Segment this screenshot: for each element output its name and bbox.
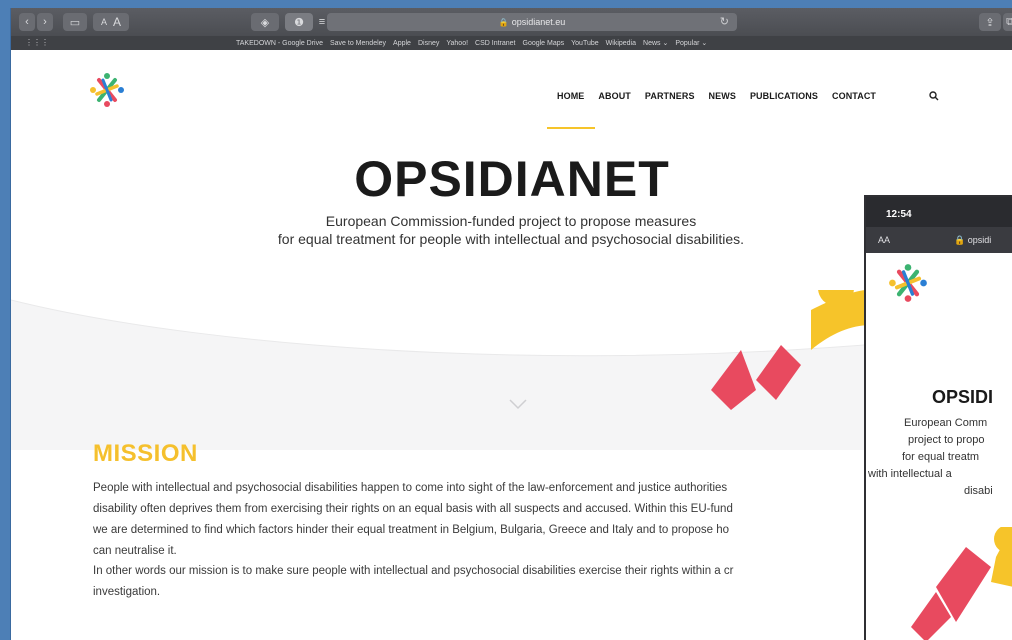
forward-button[interactable]: › xyxy=(37,13,53,31)
bookmark-item[interactable]: YouTube xyxy=(571,40,599,47)
paragraph-line: can neutralise it. xyxy=(93,545,177,557)
paragraph-line: disability often deprives them from exer… xyxy=(93,503,733,515)
bookmark-item[interactable]: TAKEDOWN - Google Drive xyxy=(236,40,323,47)
bookmark-item[interactable]: Disney xyxy=(418,40,439,47)
bookmark-item[interactable]: Popular ⌄ xyxy=(675,39,707,47)
mission-paragraph-1: People with intellectual and psychosocia… xyxy=(93,478,883,562)
phone-reader-aa-button[interactable]: AA xyxy=(878,235,890,245)
phone-time: 12:54 xyxy=(886,209,912,220)
hero-title: OPSIDIANET xyxy=(354,151,670,207)
extension-icon[interactable]: ◈ xyxy=(251,13,279,31)
scroll-down-chevron-icon[interactable] xyxy=(508,398,528,410)
lock-icon: 🔒 xyxy=(498,17,509,27)
text-size-buttons[interactable]: A A xyxy=(93,13,129,31)
nav-contact[interactable]: CONTACT xyxy=(832,91,876,101)
nav-about[interactable]: ABOUT xyxy=(598,91,631,101)
phone-subtitle-line: project to propo xyxy=(908,434,985,446)
main-nav: HOME ABOUT PARTNERS NEWS PUBLICATIONS CO… xyxy=(557,91,890,101)
nav-active-indicator xyxy=(547,127,595,129)
address-bar[interactable]: 🔒 opsidianet.eu ↻ xyxy=(327,13,737,31)
nav-home[interactable]: HOME xyxy=(557,91,584,101)
phone-status-bar: 12:54 xyxy=(866,197,1012,227)
bookmark-item[interactable]: Google Maps xyxy=(523,40,565,47)
mission-heading: MISSION xyxy=(93,440,198,467)
bookmark-item[interactable]: Save to Mendeley xyxy=(330,40,386,47)
nav-partners[interactable]: PARTNERS xyxy=(645,91,695,101)
paragraph-line: In other words our mission is to make su… xyxy=(93,565,734,577)
nav-news[interactable]: NEWS xyxy=(709,91,736,101)
tabs-icon[interactable]: ⧉ xyxy=(1003,13,1012,31)
phone-url: 🔒 opsidi xyxy=(954,235,992,245)
website: HOME ABOUT PARTNERS NEWS PUBLICATIONS CO… xyxy=(11,50,1012,640)
phone-site-logo[interactable] xyxy=(888,263,928,303)
address-url: opsidianet.eu xyxy=(511,17,566,27)
sidebar-toggle-icon[interactable]: ▭ xyxy=(63,13,87,31)
hero-subtitle: European Commission-funded project to pr… xyxy=(211,212,811,248)
paragraph-line: we are determined to find which factors … xyxy=(93,524,730,536)
bookmark-item[interactable]: News ⌄ xyxy=(643,39,668,47)
hero-wave-decoration xyxy=(11,290,1012,450)
share-icon[interactable]: ⇪ xyxy=(979,13,1001,31)
text-larger-button[interactable]: A xyxy=(113,15,121,29)
bookmark-item[interactable]: CSD Intranet xyxy=(475,40,515,47)
phone-hero-title: OPSIDI xyxy=(932,387,994,407)
phone-subtitle-line: for equal treatm xyxy=(902,451,980,463)
info-icon[interactable]: ❶ xyxy=(285,13,313,31)
reload-icon[interactable]: ↻ xyxy=(720,15,729,28)
phone-hero-decoration xyxy=(911,527,1012,640)
paragraph-line: investigation. xyxy=(93,586,161,598)
grid-icon[interactable]: ⋮⋮⋮ xyxy=(25,38,49,47)
phone-subtitle-line: with intellectual a xyxy=(868,468,952,480)
bookmarks-bar: ⋮⋮⋮ TAKEDOWN - Google Drive Save to Mend… xyxy=(11,36,1012,50)
text-smaller-button[interactable]: A xyxy=(101,17,107,27)
mission-paragraph-2: In other words our mission is to make su… xyxy=(93,561,883,603)
paragraph-line: People with intellectual and psychosocia… xyxy=(93,482,728,494)
bookmark-item[interactable]: Apple xyxy=(393,40,411,47)
browser-toolbar: ‹ › ▭ A A ◈ ❶ ≡ 🔒 opsidianet.eu ↻ ⇪ ⧉ xyxy=(11,8,1012,36)
search-icon[interactable] xyxy=(928,90,940,102)
site-logo[interactable] xyxy=(89,72,125,108)
phone-subtitle-line: European Comm xyxy=(904,417,988,429)
hero-subtitle-line: European Commission-funded project to pr… xyxy=(325,213,697,229)
bookmark-item[interactable]: Yahoo! xyxy=(446,40,468,47)
phone-hero-subtitle: European Comm project to propo for equal… xyxy=(866,415,1012,500)
bookmark-item[interactable]: Wikipedia xyxy=(606,40,636,47)
phone-address-bar[interactable]: AA 🔒 opsidi xyxy=(866,227,1012,253)
hero-subtitle-line: for equal treatment for people with inte… xyxy=(277,231,745,247)
mobile-screenshot-overlay: 12:54 AA 🔒 opsidi OPSIDI European Comm p… xyxy=(864,195,1012,640)
phone-subtitle-line: disabi xyxy=(964,485,993,497)
browser-window: ‹ › ▭ A A ◈ ❶ ≡ 🔒 opsidianet.eu ↻ ⇪ ⧉ ⋮⋮… xyxy=(10,8,1012,640)
back-button[interactable]: ‹ xyxy=(19,13,35,31)
nav-publications[interactable]: PUBLICATIONS xyxy=(750,91,818,101)
phone-url-text: opsidi xyxy=(967,235,992,245)
